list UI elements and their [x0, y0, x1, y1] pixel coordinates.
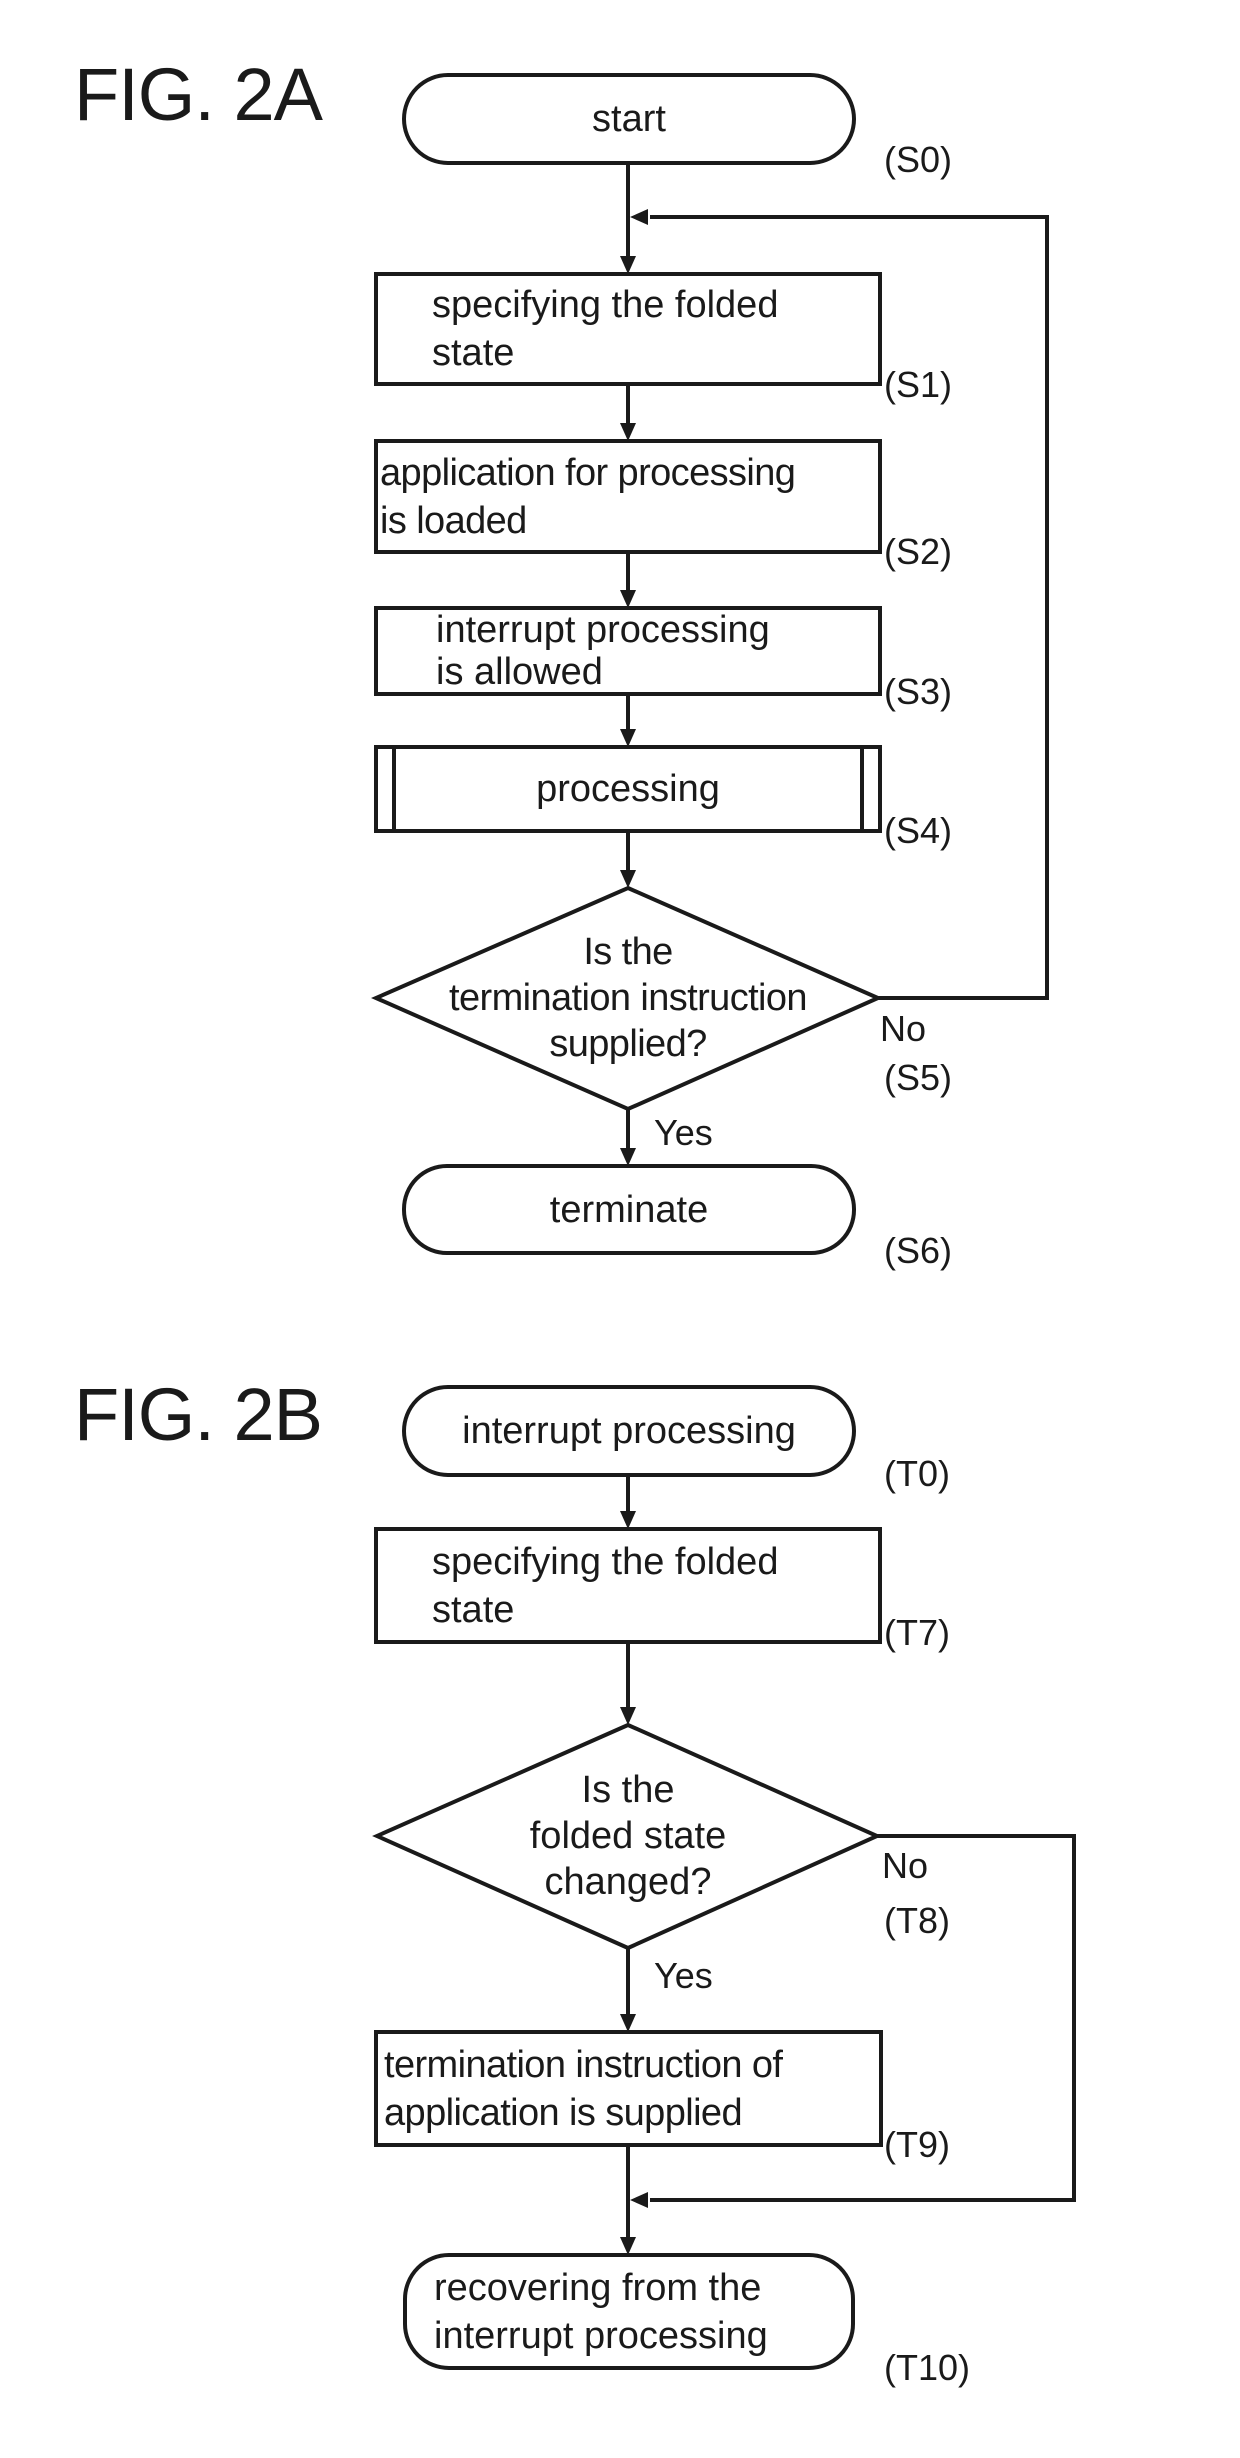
node-S5-text: Is the termination instruction supplied? — [449, 931, 808, 1065]
step-label-S4: (S4) — [884, 810, 953, 851]
branch-label-T8-no: No — [882, 1845, 929, 1886]
step-label-T7: (T7) — [884, 1612, 950, 1653]
node-S0-text: start — [592, 98, 666, 140]
arrowhead-T10 — [620, 2237, 636, 2255]
step-label-S1: (S1) — [884, 364, 953, 405]
step-label-S0: (S0) — [884, 139, 953, 180]
step-label-T10: (T10) — [884, 2347, 971, 2388]
arrowhead-S6 — [620, 1148, 636, 1166]
step-label-T9: (T9) — [884, 2124, 950, 2165]
arrowhead-loop-T10 — [630, 2192, 648, 2208]
arrowhead-S4 — [620, 729, 636, 747]
step-label-S3: (S3) — [884, 671, 953, 712]
node-S3-text: interrupt processing is allowed — [436, 609, 770, 693]
step-label-S5: (S5) — [884, 1057, 953, 1098]
step-label-S2: (S2) — [884, 531, 953, 572]
arrowhead-loop-S1 — [630, 209, 648, 225]
arrowhead-S3 — [620, 590, 636, 608]
branch-label-S5-no: No — [880, 1008, 927, 1049]
node-T8-text: Is the folded state changed? — [529, 1769, 727, 1903]
node-S1-text: specifying the folded state — [432, 284, 779, 374]
figure-label-2b: FIG. 2B — [74, 1373, 323, 1456]
branch-label-T8-yes: Yes — [654, 1955, 713, 1996]
node-T7-text: specifying the folded state — [432, 1540, 779, 1631]
node-T0-text: interrupt processing — [462, 1410, 796, 1452]
arrowhead-T9 — [620, 2014, 636, 2032]
step-label-T8: (T8) — [884, 1900, 950, 1941]
arrowhead-S2 — [620, 423, 636, 441]
step-label-S6: (S6) — [884, 1230, 953, 1271]
branch-label-S5-yes: Yes — [654, 1112, 713, 1153]
figure-label-2a: FIG. 2A — [74, 53, 323, 136]
arrowhead-S1 — [620, 256, 636, 274]
node-S4-text: processing — [536, 768, 720, 810]
node-T9-text: termination instruction of application i… — [384, 2043, 783, 2134]
arrowhead-T7 — [620, 1511, 636, 1529]
node-T10-text: recovering from the interrupt processing — [434, 2266, 768, 2357]
node-S2-text: application for processing is loaded — [380, 451, 796, 542]
step-label-T0: (T0) — [884, 1453, 950, 1494]
arrowhead-T8 — [620, 1707, 636, 1725]
node-S6-text: terminate — [549, 1188, 709, 1231]
arrowhead-S5 — [620, 870, 636, 888]
